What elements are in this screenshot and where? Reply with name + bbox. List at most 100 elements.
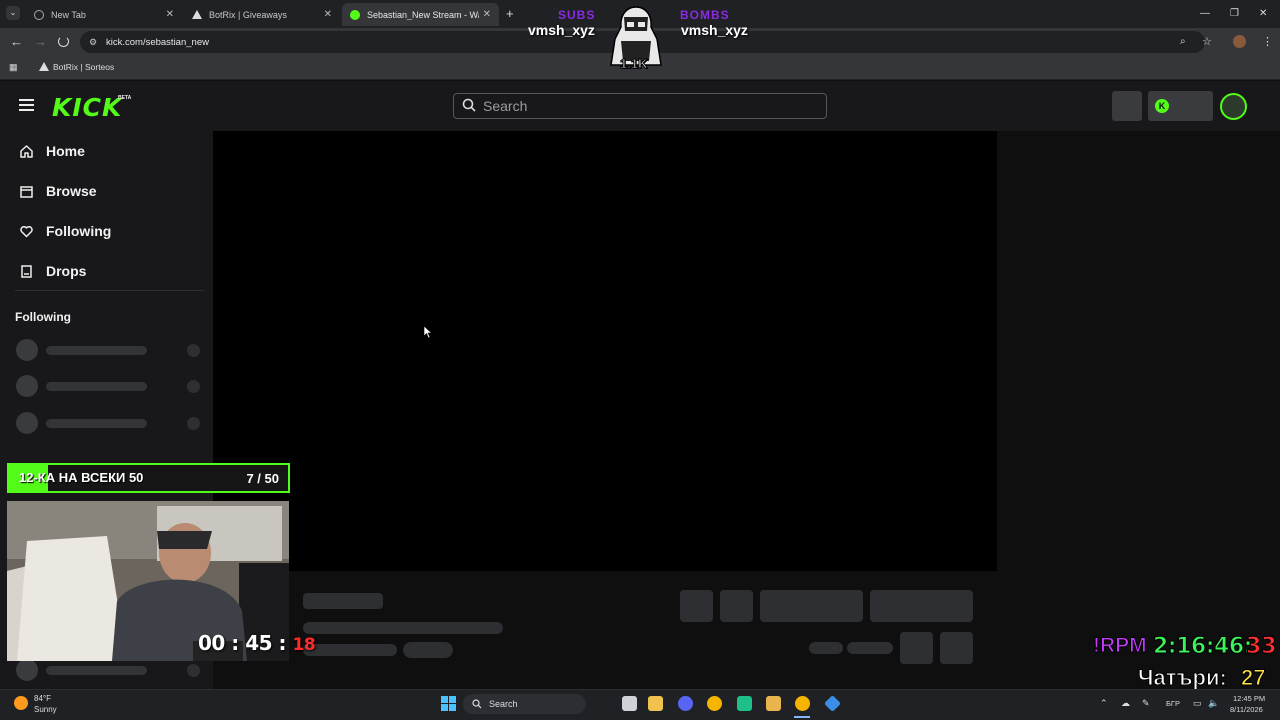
kick-logo[interactable]: KICK <box>52 93 122 122</box>
chatri-count: 27 <box>1240 665 1266 691</box>
title-skeleton <box>303 593 383 609</box>
list-item-skeleton <box>16 659 200 681</box>
windows-taskbar <box>0 689 1280 720</box>
sun-icon[interactable] <box>14 696 28 710</box>
botrix-icon <box>39 62 49 71</box>
close-icon[interactable]: ✕ <box>324 9 332 20</box>
video-player[interactable] <box>213 131 997 571</box>
home-icon <box>18 143 34 159</box>
app-icon[interactable] <box>737 696 752 711</box>
sidebar-item-following[interactable]: Following <box>18 221 111 241</box>
search-icon <box>472 699 482 709</box>
minimize-icon[interactable]: — <box>1200 8 1210 19</box>
drops-icon <box>18 263 34 279</box>
rpm-timer-seconds: 33 <box>1246 634 1278 660</box>
chrome-icon[interactable] <box>707 696 722 711</box>
header-button-skeleton[interactable] <box>1112 91 1142 121</box>
site-info-icon[interactable]: ⚙ <box>89 37 97 48</box>
menu-icon[interactable]: ⋮ <box>1262 35 1273 48</box>
back-icon[interactable]: ← <box>10 34 23 49</box>
task-view-icon[interactable] <box>622 696 637 711</box>
cloud-icon[interactable]: ☁ <box>1121 698 1130 709</box>
apps-icon[interactable]: ▦ <box>9 62 18 73</box>
icon-button-skeleton[interactable] <box>940 632 973 664</box>
obs-icon[interactable] <box>766 696 781 711</box>
subscribe-button-skeleton[interactable] <box>870 590 973 622</box>
browse-icon <box>18 183 34 199</box>
tab-title: New Tab <box>51 9 86 20</box>
url-text[interactable]: kick.com/sebastian_new <box>106 37 209 48</box>
rpm-label: !RPM <box>1093 634 1148 658</box>
chrome-icon[interactable] <box>795 696 810 711</box>
clock-time[interactable]: 12:45 PM <box>1233 694 1265 703</box>
follow-button-skeleton[interactable] <box>760 590 863 622</box>
action-button-skeleton[interactable] <box>680 590 713 622</box>
display-icon[interactable]: ▭ <box>1193 698 1202 709</box>
bookmark-botrix-sorteos[interactable]: BotRix | Sorteos <box>53 62 114 72</box>
file-explorer-icon[interactable] <box>648 696 663 711</box>
language-indicator[interactable]: БГР <box>1166 699 1180 708</box>
tab-sebastian-stream[interactable]: Sebastian_New Stream - Watch ✕ <box>342 3 499 26</box>
tab-new-tab[interactable]: New Tab ✕ <box>26 3 182 26</box>
search-icon <box>462 98 476 112</box>
overlay-bombs-label: BOMBS <box>680 8 730 22</box>
profile-icon[interactable] <box>1233 35 1246 48</box>
taskbar-search-label: Search <box>489 699 518 709</box>
search-placeholder: Search <box>483 98 528 114</box>
sidebar-item-label: Home <box>46 143 85 159</box>
tab-botrix-giveaways[interactable]: BotRix | Giveaways ✕ <box>184 3 340 26</box>
active-app-indicator <box>794 716 810 718</box>
kick-coin-icon: K <box>1155 99 1169 113</box>
close-window-icon[interactable]: ✕ <box>1259 8 1267 19</box>
sidebar-item-label: Browse <box>46 183 97 199</box>
list-item-skeleton <box>16 412 200 434</box>
pen-icon[interactable]: ✎ <box>1142 698 1150 709</box>
tag-skeleton <box>403 642 453 658</box>
star-icon[interactable]: ☆ <box>1202 35 1212 48</box>
webcam-timer: 00 : 45 : 18 <box>198 631 316 655</box>
weather-condition[interactable]: Sunny <box>34 705 57 714</box>
windows-start-icon[interactable] <box>441 696 456 711</box>
subgoal-progress-bar: 12-КА НА ВСЕКИ 50 7 / 50 <box>7 463 290 493</box>
clock-date[interactable]: 8/11/2026 <box>1230 705 1263 714</box>
hamburger-icon[interactable] <box>19 99 34 111</box>
stat-skeleton <box>809 642 843 654</box>
tab-title: Sebastian_New Stream - Watch <box>367 9 479 20</box>
zoom-icon[interactable]: ⌕ <box>1180 36 1186 47</box>
overlay-mascot-count: 1.1K <box>619 56 648 72</box>
heart-icon <box>18 223 34 239</box>
overlay-bombs-name: vmsh_xyz <box>681 22 748 38</box>
forward-icon[interactable]: → <box>34 34 47 49</box>
subgoal-label: 12-КА НА ВСЕКИ 50 <box>19 470 144 485</box>
webcam-timer-seconds: 18 <box>292 635 316 655</box>
close-icon[interactable]: ✕ <box>166 9 174 20</box>
overlay-subs-label: SUBS <box>558 8 596 22</box>
globe-icon <box>34 9 44 20</box>
action-button-skeleton[interactable] <box>720 590 753 622</box>
chevron-up-icon[interactable]: ⌃ <box>1100 698 1108 709</box>
following-heading: Following <box>15 310 71 324</box>
sidebar-item-home[interactable]: Home <box>18 141 85 161</box>
tab-title: BotRix | Giveaways <box>209 9 287 20</box>
beta-badge: BETA <box>118 95 132 101</box>
sidebar-item-browse[interactable]: Browse <box>18 181 97 201</box>
rpm-timer: 2:16:46: <box>1153 634 1253 660</box>
overlay-subs-name: vmsh_xyz <box>528 22 595 38</box>
divider <box>15 290 204 291</box>
loading-icon <box>58 36 69 47</box>
sidebar-item-label: Drops <box>46 263 87 279</box>
sidebar-item-drops[interactable]: Drops <box>18 261 86 281</box>
webcam-timer-hm: 00 : 45 : <box>198 631 287 655</box>
avatar[interactable] <box>1220 93 1247 120</box>
discord-icon[interactable] <box>678 696 693 711</box>
icon-button-skeleton[interactable] <box>900 632 933 664</box>
tab-search-button[interactable]: ⌄ <box>6 6 20 20</box>
text-skeleton <box>303 622 503 634</box>
restore-icon[interactable]: ❐ <box>1230 8 1239 19</box>
speaker-icon[interactable]: 🔈 <box>1208 698 1219 709</box>
weather-temperature[interactable]: 84°F <box>34 694 51 703</box>
sidebar-item-label: Following <box>46 223 112 239</box>
text-skeleton <box>303 644 397 656</box>
close-icon[interactable]: ✕ <box>483 9 491 20</box>
plus-icon[interactable]: + <box>506 6 514 21</box>
